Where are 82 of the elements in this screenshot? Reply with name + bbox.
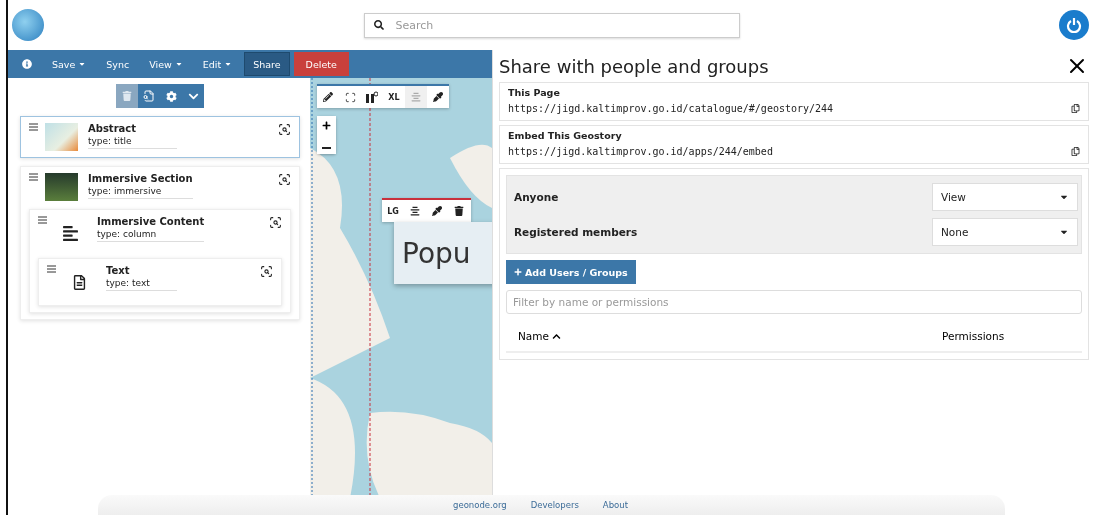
section-type: type: immersive xyxy=(88,186,193,199)
expand-button[interactable] xyxy=(182,84,204,108)
power-icon[interactable] xyxy=(1059,10,1089,40)
filter-field[interactable]: Filter by name or permissions xyxy=(506,290,1082,314)
eyedropper-icon xyxy=(433,92,443,102)
link-url: https://jigd.kaltimprov.go.id/catalogue/#/geostory/244 xyxy=(508,103,834,114)
section-type: type: text xyxy=(106,278,177,291)
color-picker-button[interactable] xyxy=(427,86,449,108)
permission-select[interactable]: None xyxy=(932,218,1078,246)
section-card[interactable]: Immersive Section type: immersive Immersive Content type: column Text type: text xyxy=(20,166,300,320)
link-label: Embed This Geostory xyxy=(508,130,623,141)
section-card[interactable]: Immersive Content type: column Text type: text xyxy=(29,209,291,313)
zoom-to-icon[interactable] xyxy=(278,123,291,136)
menu-button[interactable]: Delete xyxy=(293,52,349,76)
thumbnail-image xyxy=(45,123,78,151)
drag-handle-icon[interactable] xyxy=(47,265,56,273)
map-settings-icon xyxy=(366,91,378,103)
align-center-icon xyxy=(410,206,420,216)
zoom-to-icon[interactable] xyxy=(260,265,273,278)
dialog-title: Share with people and groups xyxy=(499,55,769,77)
section-title: Immersive Content xyxy=(97,216,205,227)
section-title: Abstract xyxy=(88,123,138,134)
photo-placeholder xyxy=(45,173,78,201)
copy-icon[interactable] xyxy=(1071,147,1080,156)
footer-link[interactable]: Developers xyxy=(530,500,579,510)
caret-icon xyxy=(174,60,183,68)
align-center-icon xyxy=(411,92,421,102)
permission-label: Anyone xyxy=(514,191,559,203)
menu-button[interactable]: Share xyxy=(244,52,290,76)
delete-button[interactable] xyxy=(448,200,470,222)
caret-icon xyxy=(224,60,233,68)
info-icon xyxy=(22,59,32,69)
footer-link[interactable]: About xyxy=(602,500,628,510)
menu-button[interactable]: Save xyxy=(44,52,95,76)
link-url: https://jigd.kaltimprov.go.id/apps/244/embed xyxy=(508,146,773,157)
section-card[interactable]: Text type: text xyxy=(38,258,282,306)
pencil-button[interactable] xyxy=(317,86,339,108)
column-header[interactable]: Name xyxy=(518,330,561,342)
footer-link[interactable]: geonode.org xyxy=(453,500,507,510)
zoom-to-icon[interactable] xyxy=(278,173,291,186)
eyedropper-icon xyxy=(432,206,442,216)
preview-button[interactable] xyxy=(138,84,160,108)
card-heading: Popu xyxy=(402,236,471,270)
resize-icon xyxy=(344,91,356,103)
add-users-button[interactable]: Add Users / Groups xyxy=(506,260,636,284)
menu-button[interactable]: Sync xyxy=(98,52,138,76)
drag-handle-icon[interactable] xyxy=(38,216,47,224)
plus-icon xyxy=(322,121,331,130)
sort-up-icon xyxy=(552,331,561,341)
zoom-out-button[interactable] xyxy=(317,135,336,154)
section-type: type: title xyxy=(88,136,177,149)
zoom-to-icon[interactable] xyxy=(269,216,282,229)
trash-icon xyxy=(122,91,132,101)
plus-icon xyxy=(514,268,522,276)
settings-icon xyxy=(165,90,177,102)
caret-icon xyxy=(78,60,87,68)
align-left-icon xyxy=(62,224,79,242)
permission-select[interactable]: View xyxy=(932,183,1078,211)
document-icon xyxy=(72,274,87,290)
pencil-icon xyxy=(323,92,333,102)
size-button[interactable]: LG xyxy=(382,200,404,222)
drag-handle-icon[interactable] xyxy=(29,173,38,181)
permission-label: Registered members xyxy=(514,226,638,238)
column-header[interactable]: Permissions xyxy=(942,330,1082,342)
logo-icon xyxy=(12,9,44,41)
select-value: None xyxy=(941,226,969,238)
section-title: Immersive Section xyxy=(88,173,193,184)
trash-icon xyxy=(454,206,464,216)
select-value: View xyxy=(941,191,966,203)
zoom-in-button[interactable] xyxy=(317,116,336,135)
section-title: Text xyxy=(106,265,131,276)
link-label: This Page xyxy=(508,87,561,98)
section-type: type: column xyxy=(97,229,205,242)
copy-icon[interactable] xyxy=(1071,104,1080,113)
file-search-icon xyxy=(143,90,155,102)
drag-handle-icon[interactable] xyxy=(29,123,38,131)
menu-button[interactable]: View xyxy=(141,52,191,76)
search-field[interactable]: Search xyxy=(363,12,740,38)
menu-button[interactable]: Edit xyxy=(194,52,241,76)
size-button[interactable]: XL xyxy=(383,86,405,108)
section-card[interactable]: Abstract type: title xyxy=(20,116,300,158)
search-icon xyxy=(373,20,384,30)
